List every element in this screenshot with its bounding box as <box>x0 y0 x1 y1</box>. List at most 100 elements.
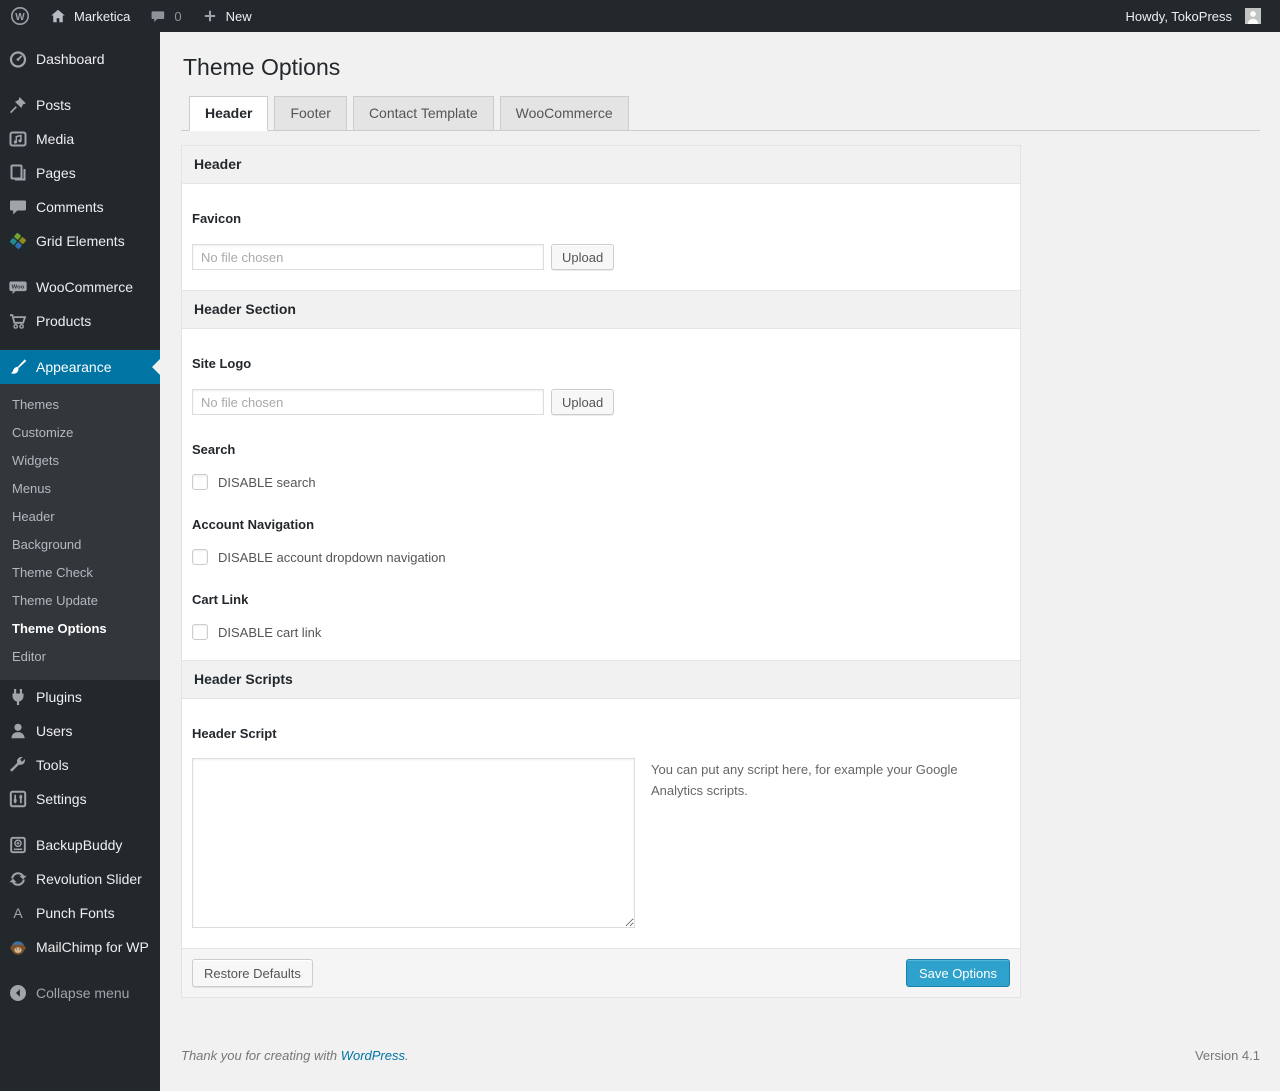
checkbox-row: DISABLE account dropdown navigation <box>192 549 1010 565</box>
footer-thanks-text: Thank you for creating with <box>181 1048 338 1063</box>
submenu-item-menus[interactable]: Menus <box>0 475 160 503</box>
section-body: Favicon Upload <box>182 211 1020 290</box>
section-header-header-section: Header Section <box>182 290 1020 329</box>
save-options-button[interactable]: Save Options <box>905 959 1010 987</box>
cycle-icon <box>8 869 28 889</box>
sidebar-item-woocommerce[interactable]: Woo WooCommerce <box>0 270 160 304</box>
submenu-item-background[interactable]: Background <box>0 531 160 559</box>
sidebar-item-label: Revolution Slider <box>36 871 142 887</box>
section-header-header-scripts: Header Scripts <box>182 660 1020 699</box>
field-label-site-logo: Site Logo <box>192 356 252 371</box>
submenu-item-themes[interactable]: Themes <box>0 391 160 419</box>
wordpress-link[interactable]: WordPress <box>341 1048 405 1063</box>
dashboard-icon <box>8 49 28 69</box>
submenu-item-customize[interactable]: Customize <box>0 419 160 447</box>
sidebar-item-dashboard[interactable]: Dashboard <box>0 42 160 76</box>
wrench-icon <box>8 755 28 775</box>
sidebar-item-revolution-slider[interactable]: Revolution Slider <box>0 862 160 896</box>
comments-menu[interactable]: 0 <box>139 0 190 32</box>
upload-row: Upload <box>192 389 1010 415</box>
admin-bar-right: Howdy, TokoPress <box>1116 0 1280 32</box>
new-content-menu[interactable]: New <box>191 0 261 32</box>
disable-search-checkbox[interactable] <box>192 474 208 490</box>
menu-separator <box>0 338 160 350</box>
sidebar-item-label: WooCommerce <box>36 279 133 295</box>
sidebar-item-plugins[interactable]: Plugins <box>0 680 160 714</box>
sidebar-item-label: Settings <box>36 791 87 807</box>
footer-period: . <box>405 1048 409 1063</box>
sidebar-item-backupbuddy[interactable]: BackupBuddy <box>0 828 160 862</box>
sidebar-item-collapse-menu[interactable]: Collapse menu <box>0 976 160 1010</box>
cart-icon <box>8 311 28 331</box>
field-header-script: Header Script You can put any script here… <box>192 726 1010 928</box>
page-title: Theme Options <box>183 54 341 80</box>
submenu-item-header[interactable]: Header <box>0 503 160 531</box>
sidebar-item-label: Punch Fonts <box>36 905 115 921</box>
plugin-icon <box>8 687 28 707</box>
menu-separator <box>0 816 160 828</box>
sidebar-item-users[interactable]: Users <box>0 714 160 748</box>
admin-sidebar-menu: Dashboard Posts Media Pages Comments Grid Ele… <box>0 32 160 1091</box>
letter-a-icon: A <box>8 903 28 923</box>
home-icon <box>48 6 68 26</box>
sidebar-item-media[interactable]: Media <box>0 122 160 156</box>
sidebar-item-label: Users <box>36 723 73 739</box>
brush-icon <box>8 357 28 377</box>
field-site-logo: Site Logo Upload <box>192 356 1010 415</box>
disable-cart-link-checkbox[interactable] <box>192 624 208 640</box>
sidebar-item-label: Pages <box>36 165 76 181</box>
sidebar-item-appearance[interactable]: Appearance <box>0 350 160 384</box>
sidebar-item-grid-elements[interactable]: Grid Elements <box>0 224 160 258</box>
sidebar-item-pages[interactable]: Pages <box>0 156 160 190</box>
sidebar-item-label: Plugins <box>36 689 82 705</box>
sidebar-item-posts[interactable]: Posts <box>0 88 160 122</box>
script-row: You can put any script here, for example… <box>192 758 1010 928</box>
submenu-item-widgets[interactable]: Widgets <box>0 447 160 475</box>
comment-bubble-icon <box>148 6 168 26</box>
mailchimp-icon <box>8 937 28 957</box>
upload-button[interactable]: Upload <box>551 244 615 270</box>
sidebar-item-label: Dashboard <box>36 51 105 67</box>
header-script-textarea[interactable] <box>192 758 635 928</box>
restore-defaults-button[interactable]: Restore Defaults <box>192 959 313 987</box>
site-logo-file-input[interactable] <box>192 389 544 415</box>
checkbox-row: DISABLE search <box>192 474 1010 490</box>
sidebar-item-comments[interactable]: Comments <box>0 190 160 224</box>
collapse-icon <box>8 983 28 1003</box>
plus-icon <box>200 6 220 26</box>
favicon-file-input[interactable] <box>192 244 544 270</box>
disable-account-navigation-checkbox[interactable] <box>192 549 208 565</box>
sidebar-item-tools[interactable]: Tools <box>0 748 160 782</box>
site-name-menu[interactable]: Marketica <box>39 0 139 32</box>
my-account-menu[interactable]: Howdy, TokoPress <box>1116 0 1270 32</box>
field-favicon: Favicon Upload <box>192 211 1010 270</box>
submenu-item-theme-update[interactable]: Theme Update <box>0 587 160 615</box>
checkbox-row: DISABLE cart link <box>192 624 1010 640</box>
sidebar-item-label: Grid Elements <box>36 233 125 249</box>
submenu-item-editor[interactable]: Editor <box>0 643 160 671</box>
new-label: New <box>225 8 252 24</box>
tab-woocommerce[interactable]: WooCommerce <box>499 96 629 131</box>
sidebar-item-label: Appearance <box>36 359 112 375</box>
users-icon <box>8 721 28 741</box>
footer-thanks: Thank you for creating with WordPress. <box>181 1048 409 1063</box>
sidebar-item-label: Tools <box>36 757 69 773</box>
svg-text:A: A <box>13 905 23 921</box>
field-label-account-navigation: Account Navigation <box>192 517 315 532</box>
sidebar-item-label: Products <box>36 313 92 329</box>
upload-button[interactable]: Upload <box>551 389 615 415</box>
active-menu-arrow <box>152 359 160 375</box>
backup-icon <box>8 835 28 855</box>
section-header-header: Header <box>182 146 1020 184</box>
sidebar-item-settings[interactable]: Settings <box>0 782 160 816</box>
tab-header[interactable]: Header <box>189 96 269 131</box>
wp-logo-menu[interactable]: W <box>0 0 39 32</box>
submenu-item-theme-check[interactable]: Theme Check <box>0 559 160 587</box>
submenu-item-theme-options[interactable]: Theme Options <box>0 615 160 643</box>
tab-contact-template[interactable]: Contact Template <box>352 96 494 131</box>
sidebar-item-mailchimp[interactable]: MailChimp for WP <box>0 930 160 964</box>
sidebar-item-products[interactable]: Products <box>0 304 160 338</box>
theme-options-panel: Header Favicon Upload Header Section Site Lo… <box>181 145 1021 998</box>
tab-footer[interactable]: Footer <box>274 96 347 131</box>
sidebar-item-punch-fonts[interactable]: A Punch Fonts <box>0 896 160 930</box>
